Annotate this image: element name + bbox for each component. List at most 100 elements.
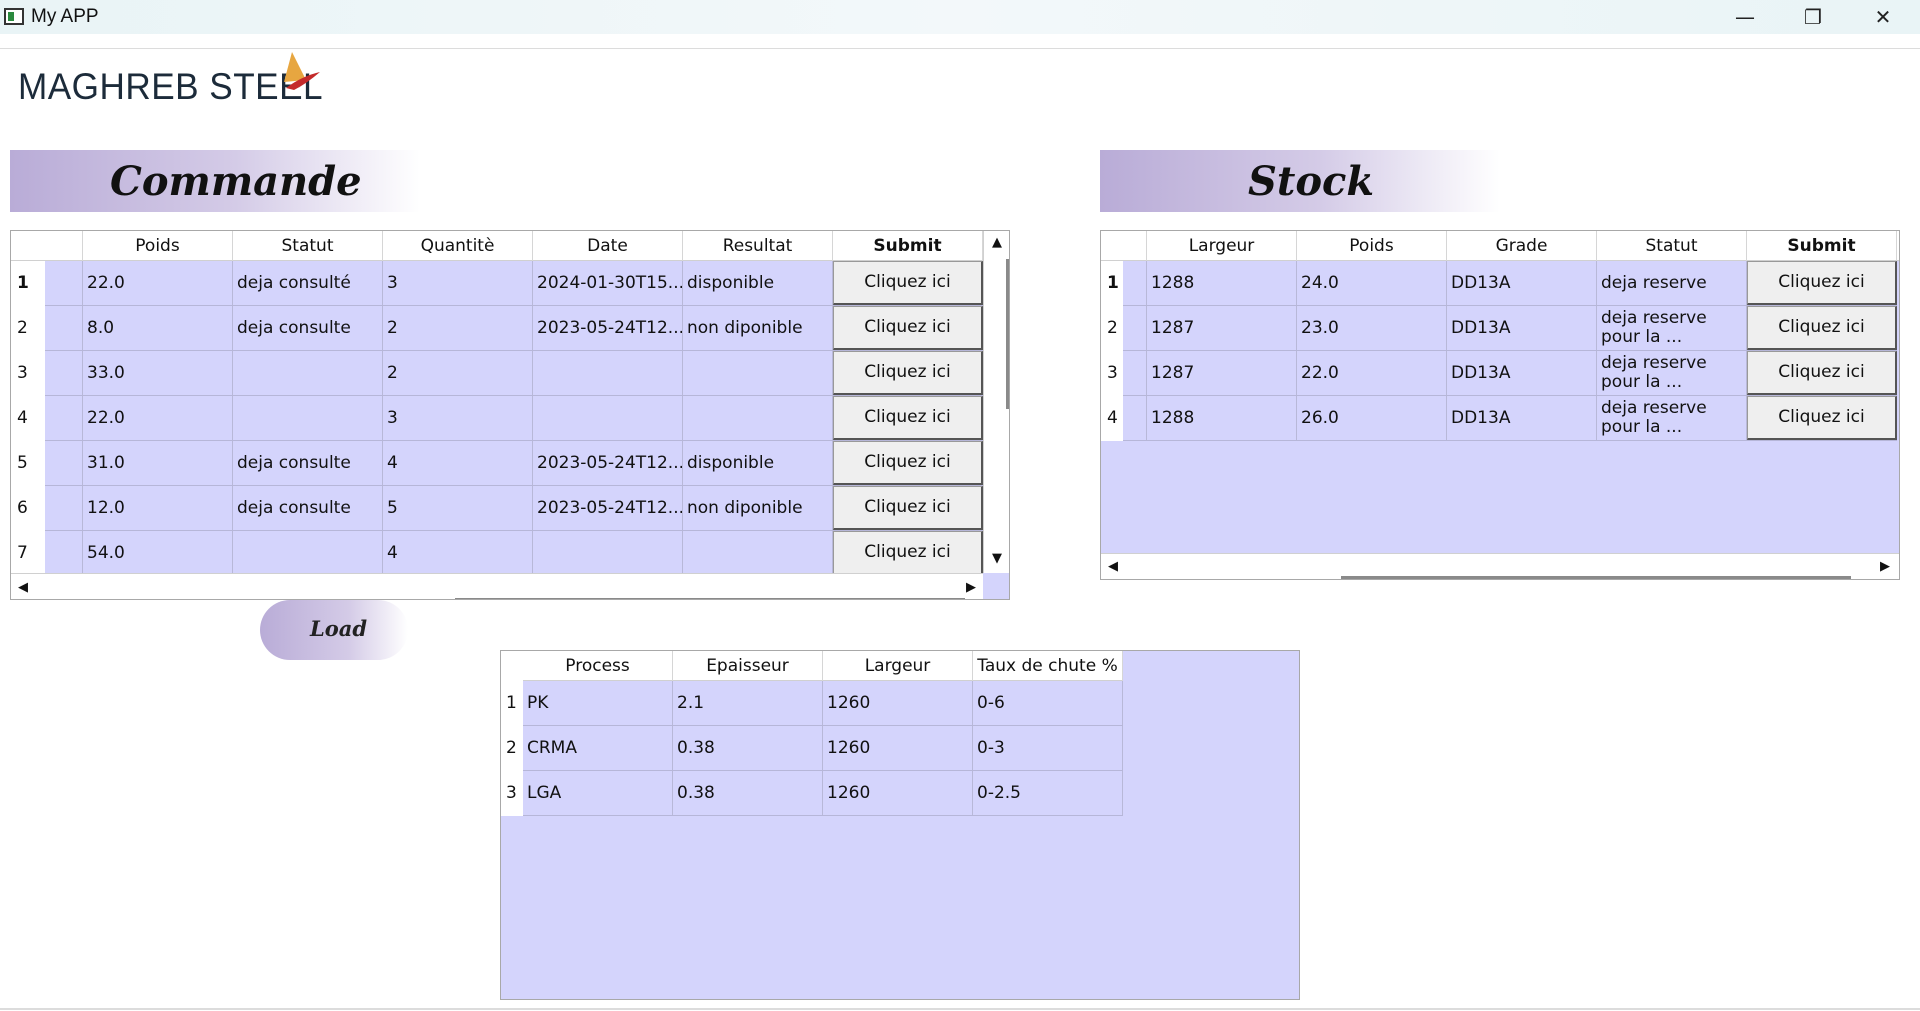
table-cell[interactable]: 23.0 xyxy=(1297,306,1447,350)
submit-button[interactable]: Cliquez ici xyxy=(833,351,983,395)
table-cell[interactable]: LGA xyxy=(523,771,673,815)
table-cell[interactable]: 2023-05-24T12... xyxy=(533,486,683,530)
table-cell[interactable] xyxy=(1123,306,1147,350)
table-cell[interactable]: 0.38 xyxy=(673,726,823,770)
table-cell[interactable]: deja consulte xyxy=(233,441,383,485)
row-number[interactable]: 2 xyxy=(1101,318,1123,338)
table-cell[interactable] xyxy=(45,306,83,350)
table-cell[interactable] xyxy=(45,441,83,485)
load-button[interactable]: Load xyxy=(260,600,408,660)
column-header[interactable]: Statut xyxy=(233,231,383,261)
table-cell[interactable] xyxy=(533,351,683,395)
table-cell[interactable]: DD13A xyxy=(1447,396,1597,440)
horizontal-scrollbar[interactable]: ◀ ▶ xyxy=(11,573,983,599)
submit-button[interactable]: Cliquez ici xyxy=(833,441,983,485)
table-cell[interactable]: disponible xyxy=(683,261,833,305)
table-cell[interactable]: 1288 xyxy=(1147,261,1297,305)
submit-button[interactable]: Cliquez ici xyxy=(833,306,983,350)
column-header[interactable]: Poids xyxy=(83,231,233,261)
table-cell[interactable] xyxy=(45,351,83,395)
minimize-icon[interactable]: — xyxy=(1710,0,1780,34)
table-cell[interactable]: non diponible xyxy=(683,306,833,350)
table-cell[interactable]: 0-2.5 xyxy=(973,771,1123,815)
column-header[interactable]: Resultat xyxy=(683,231,833,261)
submit-button[interactable]: Cliquez ici xyxy=(1747,396,1897,440)
row-number[interactable]: 3 xyxy=(11,363,45,383)
table-cell[interactable]: 2 xyxy=(383,351,533,395)
scrollbar-thumb[interactable] xyxy=(1006,259,1009,409)
column-header[interactable]: Submit xyxy=(833,231,983,261)
table-cell[interactable]: 2023-05-24T12... xyxy=(533,306,683,350)
table-cell[interactable]: 1260 xyxy=(823,726,973,770)
table-cell[interactable]: deja consulte xyxy=(233,306,383,350)
table-cell[interactable]: 0.38 xyxy=(673,771,823,815)
table-cell[interactable]: disponible xyxy=(683,441,833,485)
column-header[interactable]: Largeur xyxy=(823,651,973,681)
table-cell[interactable]: deja reserve pour la ... xyxy=(1597,306,1747,350)
column-header[interactable]: Largeur xyxy=(1147,231,1297,261)
submit-button[interactable]: Cliquez ici xyxy=(833,261,983,305)
table-cell[interactable]: 5 xyxy=(383,486,533,530)
table-cell[interactable] xyxy=(233,531,383,575)
table-cell[interactable]: deja consulté xyxy=(233,261,383,305)
column-header[interactable]: Grade xyxy=(1447,231,1597,261)
table-cell[interactable]: non diponible xyxy=(683,486,833,530)
table-cell[interactable]: CRMA xyxy=(523,726,673,770)
table-cell[interactable]: 33.0 xyxy=(83,351,233,395)
table-cell[interactable]: DD13A xyxy=(1447,351,1597,395)
table-cell[interactable]: 4 xyxy=(383,531,533,575)
scrollbar-thumb[interactable] xyxy=(455,598,965,599)
column-header[interactable]: Process xyxy=(523,651,673,681)
submit-button[interactable]: Cliquez ici xyxy=(833,486,983,530)
scroll-down-icon[interactable]: ▼ xyxy=(984,551,1009,566)
table-cell[interactable] xyxy=(683,396,833,440)
row-number[interactable]: 1 xyxy=(11,273,45,293)
table-cell[interactable] xyxy=(45,486,83,530)
scrollbar-thumb[interactable] xyxy=(1341,576,1851,579)
row-number[interactable]: 3 xyxy=(1101,363,1123,383)
table-cell[interactable] xyxy=(533,531,683,575)
table-cell[interactable]: 4 xyxy=(383,441,533,485)
table-cell[interactable] xyxy=(233,351,383,395)
column-header[interactable]: Quantitè xyxy=(383,231,533,261)
table-cell[interactable]: 22.0 xyxy=(1297,351,1447,395)
submit-button[interactable]: Cliquez ici xyxy=(833,396,983,440)
submit-button[interactable]: Cliquez ici xyxy=(1747,261,1897,305)
table-cell[interactable]: 2024-01-30T15... xyxy=(533,261,683,305)
table-cell[interactable] xyxy=(1123,261,1147,305)
table-cell[interactable]: 1260 xyxy=(823,681,973,725)
table-cell[interactable]: 1260 xyxy=(823,771,973,815)
table-cell[interactable] xyxy=(233,396,383,440)
table-cell[interactable]: 2 xyxy=(383,306,533,350)
scroll-left-icon[interactable]: ◀ xyxy=(1105,559,1121,574)
row-number[interactable]: 7 xyxy=(11,543,45,563)
table-cell[interactable]: 54.0 xyxy=(83,531,233,575)
scroll-up-icon[interactable]: ▲ xyxy=(984,235,1009,250)
column-header[interactable]: Taux de chute % xyxy=(973,651,1123,681)
table-cell[interactable]: 31.0 xyxy=(83,441,233,485)
submit-button[interactable]: Cliquez ici xyxy=(833,531,983,575)
table-cell[interactable]: 0-3 xyxy=(973,726,1123,770)
row-number[interactable]: 6 xyxy=(11,498,45,518)
table-cell[interactable]: 3 xyxy=(383,261,533,305)
table-cell[interactable] xyxy=(45,261,83,305)
table-cell[interactable]: 2.1 xyxy=(673,681,823,725)
table-cell[interactable]: deja reserve xyxy=(1597,261,1747,305)
close-icon[interactable]: ✕ xyxy=(1848,0,1918,34)
table-cell[interactable]: deja reserve pour la ... xyxy=(1597,396,1747,440)
row-number[interactable]: 1 xyxy=(501,693,523,713)
column-header[interactable]: Epaisseur xyxy=(673,651,823,681)
submit-button[interactable]: Cliquez ici xyxy=(1747,351,1897,395)
table-cell[interactable] xyxy=(45,396,83,440)
table-cell[interactable] xyxy=(45,531,83,575)
table-cell[interactable]: PK xyxy=(523,681,673,725)
table-cell[interactable]: 26.0 xyxy=(1297,396,1447,440)
scroll-left-icon[interactable]: ◀ xyxy=(15,580,31,595)
scroll-right-icon[interactable]: ▶ xyxy=(1877,559,1893,574)
horizontal-scrollbar[interactable]: ◀ ▶ xyxy=(1101,553,1899,579)
table-cell[interactable] xyxy=(683,351,833,395)
table-cell[interactable]: DD13A xyxy=(1447,306,1597,350)
row-number[interactable]: 1 xyxy=(1101,273,1123,293)
table-cell[interactable]: 3 xyxy=(383,396,533,440)
table-cell[interactable] xyxy=(533,396,683,440)
